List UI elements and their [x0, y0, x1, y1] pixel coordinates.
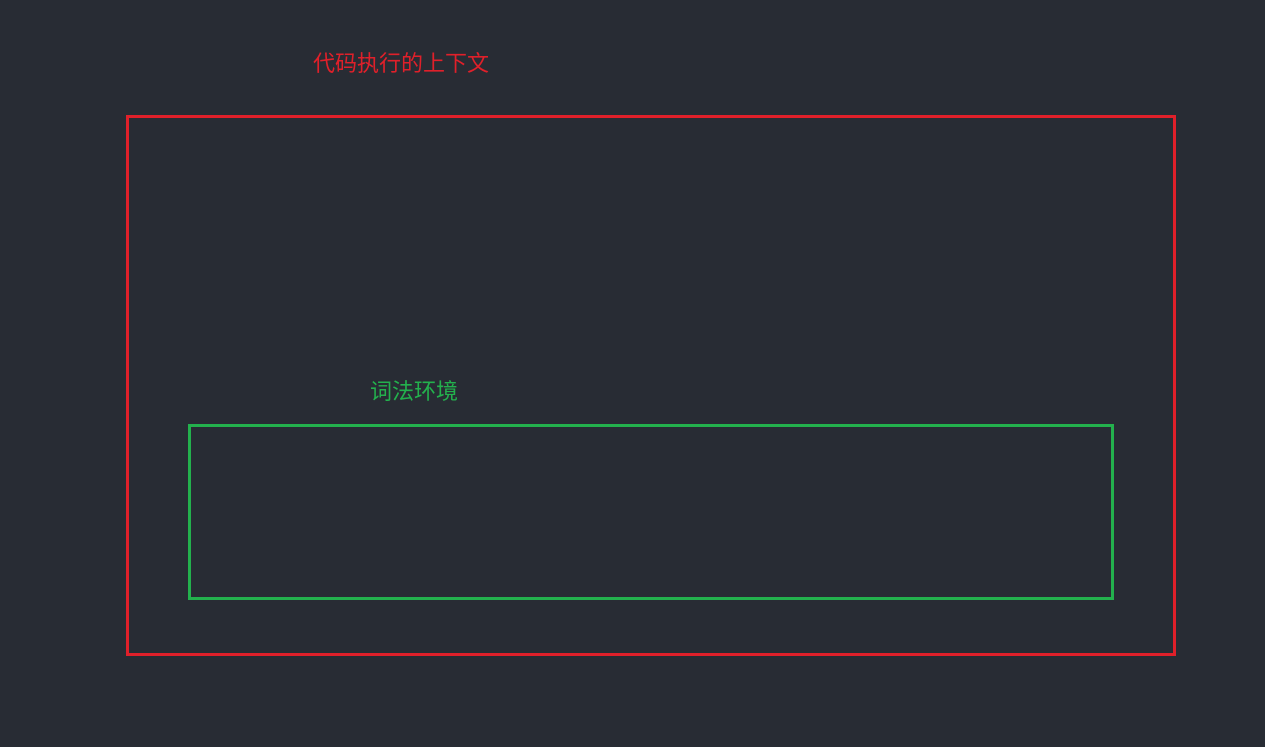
execution-context-label: 代码执行的上下文 — [313, 52, 490, 77]
lexical-environment-label: 词法环境 — [370, 380, 459, 405]
lexical-environment-box — [188, 424, 1114, 600]
